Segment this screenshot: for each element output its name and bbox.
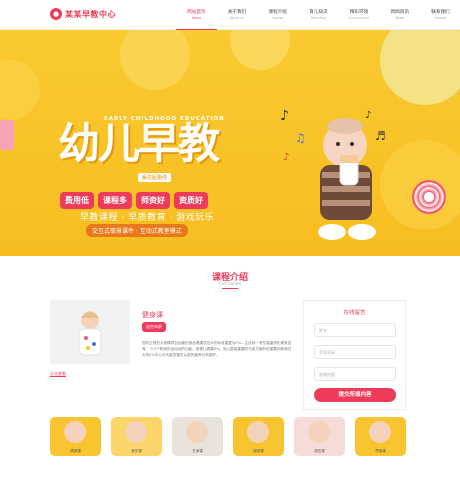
section-subtitle: Curriculum (219, 281, 241, 286)
decor-circle (230, 30, 290, 70)
course-more-link[interactable]: 点击查看 (50, 371, 66, 377)
submit-button[interactable]: 提交所填内容 (314, 388, 396, 402)
child-photo (247, 421, 269, 443)
site-header: ● 某某早教中心 网站首页 Home 关于我们 About us 课程介绍 Cours… (0, 0, 460, 30)
banner-slogan: 赢在起跑线 (138, 173, 172, 182)
name-field[interactable]: 姓名 (314, 323, 396, 337)
course-badge[interactable]: 适合年龄 (142, 322, 166, 332)
banner-en-title: EARLY CHILDHOOD EDUCATION (104, 116, 225, 122)
child-photo (186, 421, 208, 443)
svg-text:♪: ♪ (283, 152, 289, 163)
message-form: 在线留言 姓名 手机号码 咨询内容 提交所填内容 (303, 300, 406, 410)
decor-circle (0, 60, 40, 120)
decor-circle (380, 30, 460, 105)
music-notes-icon: ♪ ♫ ♪ ♬ ♪ (280, 108, 386, 163)
content-field[interactable]: 咨询内容 (314, 367, 396, 381)
course-card: 健身课 适合年龄 园内正规的大规模项目创建的食品健康饮控水的标准重复为0%...… (50, 300, 296, 380)
child-photo (369, 421, 391, 443)
course-thumbnails: 健身课 音乐课 艺术课 感官课 语言课 思维课 (50, 417, 406, 456)
thumbnail-label: 语言课 (314, 449, 325, 453)
logo-text: 某某早教中心 (65, 9, 116, 19)
course-title: 健身课 (142, 311, 163, 319)
section-divider (222, 288, 238, 289)
banner-tag: 资质好 (174, 192, 208, 209)
nav-item-news[interactable]: 新闻资讯 News (379, 0, 420, 30)
thumbnail-card[interactable]: 思维课 (355, 417, 406, 456)
svg-text:♫: ♫ (295, 131, 306, 145)
thumbnail-label: 音乐课 (131, 449, 142, 453)
banner-tags: 费用低 课程多 师资好 资质好 (60, 192, 208, 209)
footer-edge (0, 470, 460, 488)
nav-item-environment[interactable]: 精彩环境 Environment (339, 0, 380, 30)
banner-tag: 费用低 (60, 192, 94, 209)
thumbnail-card[interactable]: 艺术课 (172, 417, 223, 456)
hero-banner[interactable]: 幼儿早教 EARLY CHILDHOOD EDUCATION 赢在起跑线 费用低… (0, 30, 460, 256)
svg-text:♪: ♪ (280, 108, 289, 124)
site-logo[interactable]: ● 某某早教中心 (50, 8, 116, 20)
thumbnail-card[interactable]: 语言课 (294, 417, 345, 456)
thumbnail-label: 感官课 (253, 449, 264, 453)
thumbnail-label: 艺术课 (192, 449, 203, 453)
thumbnail-card[interactable]: 感官课 (233, 417, 284, 456)
thumbnail-card[interactable]: 音乐课 (111, 417, 162, 456)
form-title: 在线留言 (343, 310, 366, 316)
child-photo (50, 300, 130, 364)
lollipop-icon (412, 180, 446, 214)
nav-item-about[interactable]: 关于我们 About us (217, 0, 258, 30)
phone-field[interactable]: 手机号码 (314, 345, 396, 359)
banner-subtitle-2: 交互式情景课件 · 互动式教室模式 (86, 224, 188, 237)
banner-tag: 课程多 (98, 192, 132, 209)
decor-circle (120, 30, 190, 90)
course-description: 园内正规的大规模项目创建的食品健康饮控水的标准重复为0%...主目标一有些高重质… (142, 341, 292, 357)
banner-subtitle: 早教课程 · 早质教育 · 游戏玩乐 (80, 213, 215, 223)
thumbnail-label: 健身课 (70, 449, 81, 453)
nav-item-parenting[interactable]: 育儿知识 Parenting (298, 0, 339, 30)
banner-tag: 师资好 (136, 192, 170, 209)
main-nav: 网站首页 Home 关于我们 About us 课程介绍 Course 育儿知识 Par… (176, 0, 460, 30)
thumbnail-card[interactable]: 健身课 (50, 417, 101, 456)
logo-icon: ● (50, 8, 62, 20)
svg-text:♪: ♪ (365, 110, 371, 121)
svg-text:♬: ♬ (375, 129, 386, 143)
thumbnail-label: 思维课 (375, 449, 386, 453)
child-photo (64, 421, 86, 443)
child-photo (308, 421, 330, 443)
nav-item-course[interactable]: 课程介绍 Course (257, 0, 298, 30)
child-photo (125, 421, 147, 443)
nav-item-home[interactable]: 网站首页 Home (176, 0, 217, 30)
course-image[interactable] (50, 300, 130, 364)
nav-item-contact[interactable]: 联系我们 Contact (420, 0, 460, 30)
gift-icon (0, 120, 14, 150)
